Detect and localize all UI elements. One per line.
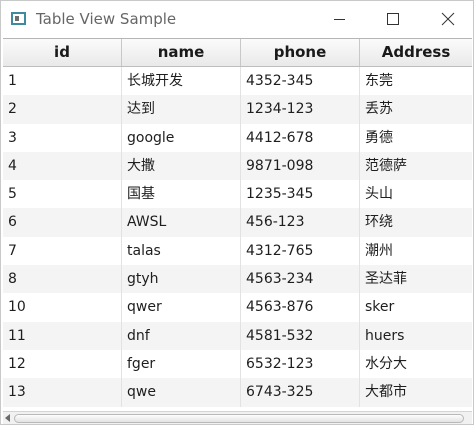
horizontal-scrollbar[interactable] bbox=[3, 411, 472, 424]
table-cell: 8 bbox=[3, 265, 122, 294]
title-bar: Table View Sample bbox=[1, 1, 473, 38]
table-row[interactable]: 3 google 4412-678 勇德 bbox=[3, 123, 472, 152]
column-header-name[interactable]: name bbox=[122, 39, 241, 66]
table-cell: 2 bbox=[3, 95, 122, 124]
close-icon bbox=[441, 12, 455, 26]
table-cell: 圣达菲 bbox=[365, 271, 407, 288]
table-cell: 1234-123 bbox=[241, 95, 360, 124]
column-header-id[interactable]: id bbox=[3, 39, 122, 66]
column-header-address[interactable]: Address bbox=[360, 39, 472, 66]
table-cell: 水分大 bbox=[365, 355, 407, 372]
table-cell: qwe bbox=[122, 378, 241, 407]
table-cell: 大都市 bbox=[365, 384, 407, 401]
table-cell: dnf bbox=[122, 321, 241, 350]
table-cell: 长城开发 bbox=[122, 67, 241, 96]
table-row[interactable]: 13 qwe 6743-325 大都市 bbox=[3, 378, 472, 407]
table-cell: AWSL bbox=[122, 208, 241, 237]
table-row[interactable]: 10 qwer 4563-876 sker bbox=[3, 293, 472, 322]
maximize-icon bbox=[387, 13, 399, 25]
table-cell: 头山 bbox=[365, 186, 393, 203]
table-cell: sker bbox=[365, 299, 395, 316]
table-cell: 6743-325 bbox=[241, 378, 360, 407]
table-cell: 4581-532 bbox=[241, 321, 360, 350]
table-row[interactable]: 6 AWSL 456-123 环绕 bbox=[3, 208, 472, 237]
table-cell: 4312-765 bbox=[241, 236, 360, 266]
table-row[interactable]: 8 gtyh 4563-234 圣达菲 bbox=[3, 265, 472, 294]
table-cell: qwer bbox=[122, 293, 241, 322]
table-cell: 13 bbox=[3, 378, 122, 407]
table-cell: 456-123 bbox=[241, 208, 360, 237]
window-title: Table View Sample bbox=[36, 10, 177, 28]
minimize-button[interactable] bbox=[317, 1, 363, 38]
table-cell: 潮州 bbox=[365, 242, 393, 259]
table-row[interactable]: 5 国基 1235-345 头山 bbox=[3, 180, 472, 209]
table-cell: 国基 bbox=[122, 180, 241, 209]
table-cell: 4352-345 bbox=[241, 67, 360, 96]
maximize-button[interactable] bbox=[370, 1, 416, 38]
table-cell: huers bbox=[365, 327, 405, 344]
table-row[interactable]: 1 长城开发 4352-345 东莞 bbox=[3, 67, 472, 96]
table-cell: talas bbox=[122, 236, 241, 266]
window-icon bbox=[11, 12, 26, 25]
table-cell: 5 bbox=[3, 180, 122, 209]
table-view[interactable]: id name phone Address 1 长城开发 4352-345 东莞 2 达到… bbox=[3, 38, 472, 424]
table-row[interactable]: 7 talas 4312-765 潮州 bbox=[3, 236, 472, 266]
scrollbar-thumb[interactable] bbox=[14, 414, 464, 423]
table-cell: 大撒 bbox=[122, 151, 241, 181]
table-row[interactable]: 11 dnf 4581-532 huers bbox=[3, 321, 472, 350]
app-window: Table View Sample id name phone Address … bbox=[0, 0, 474, 425]
table-cell: 12 bbox=[3, 349, 122, 379]
chevron-left-icon[interactable] bbox=[5, 414, 10, 422]
table-cell: 6532-123 bbox=[241, 349, 360, 379]
table-header: id name phone Address bbox=[3, 39, 472, 67]
table-cell: 4 bbox=[3, 151, 122, 181]
table-cell: 3 bbox=[3, 123, 122, 152]
table-cell: 勇德 bbox=[365, 129, 393, 146]
table-cell: gtyh bbox=[122, 265, 241, 294]
table-cell: 达到 bbox=[122, 95, 241, 124]
table-cell: 4412-678 bbox=[241, 123, 360, 152]
close-button[interactable] bbox=[425, 1, 471, 38]
table-cell: 东莞 bbox=[365, 73, 393, 89]
table-row[interactable]: 12 fger 6532-123 水分大 bbox=[3, 349, 472, 379]
table-cell: 4563-876 bbox=[241, 293, 360, 322]
table-body: 1 长城开发 4352-345 东莞 2 达到 1234-123 丢苏 3 google 4412-… bbox=[3, 67, 472, 407]
table-cell: fger bbox=[122, 349, 241, 379]
table-cell: 6 bbox=[3, 208, 122, 237]
table-cell: 丢苏 bbox=[365, 101, 393, 118]
table-cell: 11 bbox=[3, 321, 122, 350]
table-row[interactable]: 2 达到 1234-123 丢苏 bbox=[3, 95, 472, 124]
table-cell: 1235-345 bbox=[241, 180, 360, 209]
table-cell: 环绕 bbox=[365, 214, 393, 231]
table-cell: google bbox=[122, 123, 241, 152]
column-header-phone[interactable]: phone bbox=[241, 39, 360, 66]
table-cell: 10 bbox=[3, 293, 122, 322]
table-cell: 1 bbox=[3, 67, 122, 96]
table-row[interactable]: 4 大撒 9871-098 范德萨 bbox=[3, 151, 472, 181]
table-cell: 范德萨 bbox=[365, 157, 407, 174]
minimize-icon bbox=[334, 19, 345, 20]
table-cell: 7 bbox=[3, 236, 122, 266]
table-cell: 4563-234 bbox=[241, 265, 360, 294]
table-cell: 9871-098 bbox=[241, 151, 360, 181]
